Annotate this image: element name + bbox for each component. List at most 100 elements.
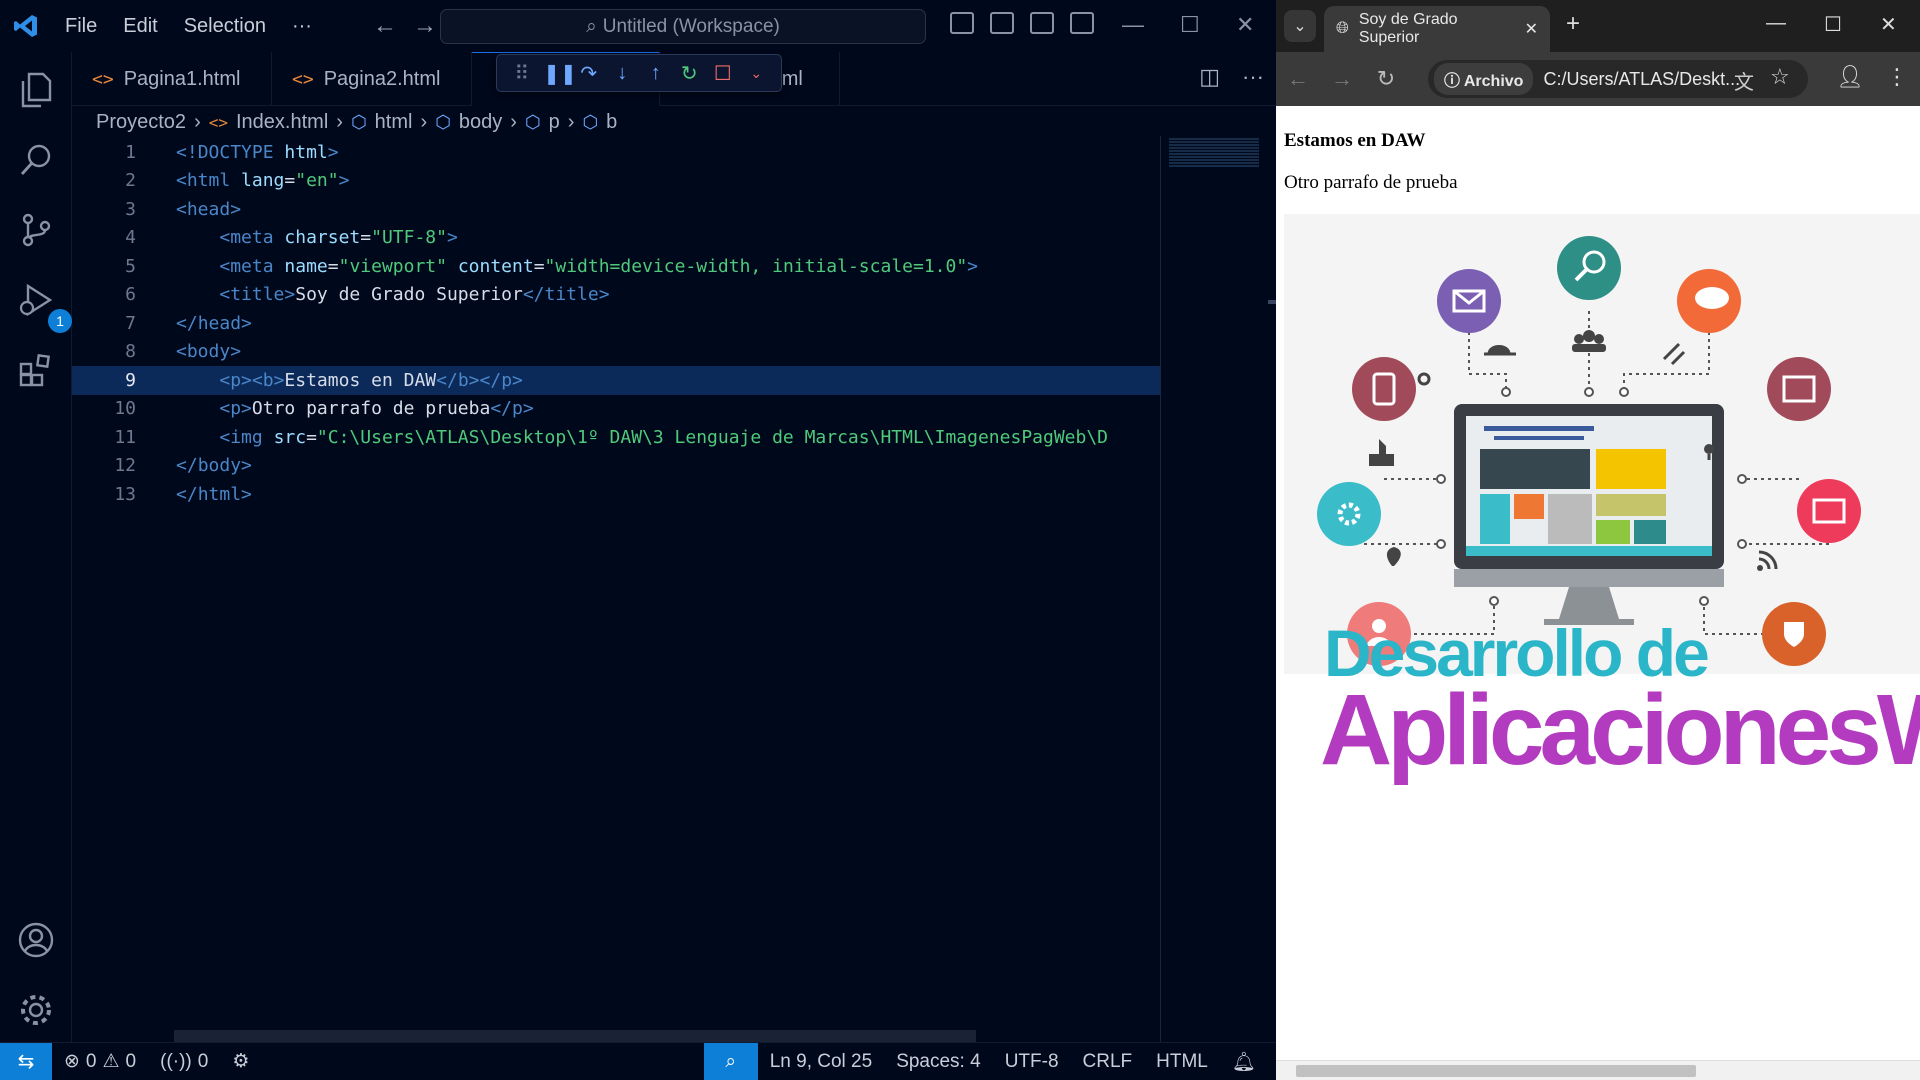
profile-icon[interactable]: 👤︎ (1836, 64, 1864, 90)
breadcrumb-b[interactable]: b (606, 111, 617, 134)
new-tab-icon[interactable]: + (1566, 10, 1580, 38)
translate-icon[interactable]: 文 (1734, 66, 1754, 95)
code-token: < (219, 369, 231, 391)
indentation[interactable]: Spaces: 4 (884, 1051, 993, 1073)
close-window-icon[interactable]: ✕ (1236, 12, 1254, 38)
menu-file[interactable]: File (52, 15, 110, 38)
encoding[interactable]: UTF-8 (993, 1051, 1071, 1073)
breadcrumb-body[interactable]: body (459, 111, 502, 134)
tab-search-chevron-icon[interactable]: ⌄ (1284, 10, 1316, 42)
code-token: > (327, 141, 339, 163)
line-number: 9 (125, 369, 136, 391)
zoom-icon[interactable]: ⌕ (703, 1042, 758, 1080)
status-bar: ⇆ ⊗ 0 ⚠ 0 ((·)) 0 ⚙ ⌕ Ln 9, Col 25 Spaces: … (0, 1042, 1276, 1080)
code-text: <meta charset="UTF-8"> (176, 227, 457, 248)
debug-badge: 1 (48, 309, 72, 333)
code-line[interactable]: 2 <html lang="en"> (72, 167, 1160, 196)
html-icon: <> (292, 68, 314, 90)
site-info-chip[interactable]: ⓘ Archivo (1434, 63, 1534, 95)
step-into-icon[interactable]: ↓ (610, 62, 634, 85)
notifications-bell-icon[interactable]: 🔔︎ (1220, 1050, 1276, 1074)
customize-layout-icon[interactable] (1070, 12, 1094, 34)
split-editor-icon[interactable]: ◫ (1199, 64, 1220, 90)
ports-indicator[interactable]: ((·)) 0 (148, 1051, 220, 1073)
chevron-down-icon[interactable]: ⌄ (744, 65, 768, 82)
more-actions-icon[interactable]: ··· (1242, 64, 1264, 90)
code-text: <html lang="en"> (176, 170, 349, 191)
source-control-icon[interactable] (14, 208, 58, 252)
code-line[interactable]: 6 <title>Soy de Grado Superior</title> (72, 281, 1160, 310)
code-line[interactable]: 13 </html> (72, 480, 1160, 509)
code-token: b (457, 369, 469, 391)
code-line[interactable]: 3 <head> (72, 195, 1160, 224)
chip-label: Archivo (1463, 73, 1524, 90)
forward-arrow-icon[interactable]: → (1320, 66, 1364, 92)
bookmark-star-icon[interactable]: ☆ (1770, 64, 1790, 90)
tab-pagina2[interactable]: <> Pagina2.html (272, 52, 472, 106)
extensions-icon[interactable] (14, 348, 58, 392)
maximize-icon[interactable]: ☐ (1824, 12, 1842, 37)
code-line[interactable]: 5 <meta name="viewport" content="width=d… (72, 252, 1160, 281)
menu-edit[interactable]: Edit (110, 15, 170, 38)
code-line[interactable]: 1 <!DOCTYPE html> (72, 138, 1160, 167)
end-of-line[interactable]: CRLF (1071, 1051, 1145, 1073)
breadcrumb-file[interactable]: Index.html (236, 111, 328, 134)
restart-icon[interactable]: ↻ (677, 61, 701, 86)
menu-selection[interactable]: Selection (171, 15, 279, 38)
menu-more[interactable]: ··· (279, 15, 325, 38)
code-line[interactable]: 7 </head> (72, 309, 1160, 338)
settings-gear-icon[interactable] (14, 988, 58, 1032)
code-line[interactable]: 11 <img src="C:\Users\ATLAS\Desktop\1º D… (72, 423, 1160, 452)
breadcrumb-html[interactable]: html (375, 111, 413, 134)
code-line[interactable]: 12 </body> (72, 452, 1160, 481)
code-line[interactable]: 9 <p><b>Estamos en DAW</b></p> (72, 366, 1160, 395)
reload-icon[interactable]: ↻ (1364, 66, 1408, 92)
forward-arrow-icon[interactable]: → (405, 12, 445, 40)
browser-tab[interactable]: 🌐︎ Soy de Grado Superior ✕ (1324, 6, 1550, 52)
close-tab-icon[interactable]: ✕ (1525, 19, 1538, 39)
breadcrumb-folder[interactable]: Proyecto2 (96, 111, 186, 134)
code-line[interactable]: 8 <body> (72, 338, 1160, 367)
toggle-primary-sidebar-icon[interactable] (950, 12, 974, 34)
breadcrumb-p[interactable]: p (549, 111, 560, 134)
remote-indicator-icon[interactable]: ⇆ (0, 1042, 52, 1080)
search-icon[interactable] (14, 138, 58, 182)
scrollbar-thumb[interactable] (1296, 1065, 1696, 1077)
code-token: < (176, 198, 187, 220)
code-token: Soy de Grado Superior (295, 284, 523, 306)
close-window-icon[interactable]: ✕ (1880, 12, 1897, 37)
cursor-position[interactable]: Ln 9, Col 25 (758, 1051, 884, 1073)
minimap[interactable] (1160, 136, 1268, 1046)
browser-menu-icon[interactable]: ⋮ (1886, 64, 1908, 90)
stop-icon[interactable]: ☐ (711, 61, 735, 86)
minimize-icon[interactable]: — (1122, 12, 1144, 38)
debug-status-icon[interactable]: ⚙ (220, 1050, 261, 1073)
back-arrow-icon[interactable]: ← (365, 12, 405, 40)
language-mode[interactable]: HTML (1144, 1051, 1220, 1073)
browser-horizontal-scrollbar[interactable] (1276, 1060, 1920, 1080)
line-number: 7 (125, 312, 136, 334)
toggle-secondary-sidebar-icon[interactable] (1030, 12, 1054, 34)
step-out-icon[interactable]: ↑ (644, 62, 668, 85)
horizontal-scrollbar[interactable] (174, 1030, 976, 1042)
code-line[interactable]: 10 <p>Otro parrafo de prueba</p> (72, 395, 1160, 424)
problems-indicator[interactable]: ⊗ 0 ⚠ 0 (52, 1050, 148, 1073)
run-debug-icon[interactable]: 1 (14, 278, 72, 333)
code-editor[interactable]: 1 <!DOCTYPE html> 2 <html lang="en"> 3 <head>… (72, 138, 1160, 509)
code-token: >< (241, 369, 263, 391)
tab-pagina1[interactable]: <> Pagina1.html (72, 52, 272, 106)
maximize-icon[interactable]: ☐ (1180, 12, 1200, 38)
drag-handle-icon[interactable]: ⠿ (510, 61, 534, 86)
step-over-icon[interactable]: ↷ (577, 61, 601, 86)
back-arrow-icon[interactable]: ← (1276, 66, 1320, 92)
code-line[interactable]: 4 <meta charset="UTF-8"> (72, 224, 1160, 253)
command-center[interactable]: ⌕ Untitled (Workspace) (440, 9, 926, 44)
pause-icon[interactable]: ❚❚ (543, 61, 577, 86)
accounts-icon[interactable] (14, 918, 58, 962)
minimize-icon[interactable]: — (1766, 12, 1786, 35)
explorer-icon[interactable] (14, 68, 58, 112)
toggle-panel-icon[interactable] (990, 12, 1014, 34)
